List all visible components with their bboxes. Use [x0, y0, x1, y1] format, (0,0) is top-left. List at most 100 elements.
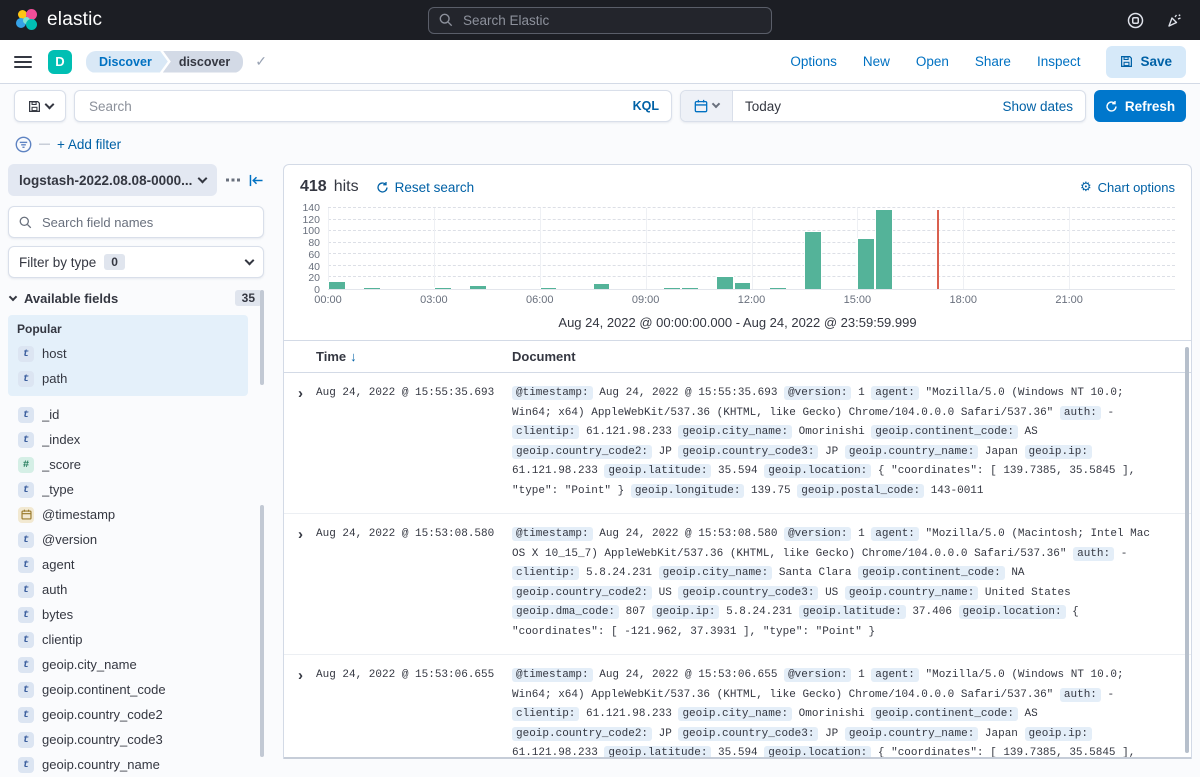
reset-search-button[interactable]: Reset search [376, 180, 474, 195]
date-quick-menu-button[interactable] [681, 91, 733, 121]
saved-query-menu-button[interactable] [14, 90, 66, 122]
field-name: auth [42, 582, 68, 597]
logo-text: elastic [47, 9, 103, 30]
space-avatar[interactable]: D [48, 49, 72, 74]
field-type-icon: t [18, 345, 34, 362]
histogram-bar[interactable] [769, 287, 787, 289]
new-button[interactable]: New [863, 54, 890, 69]
field-type-icon: t [18, 481, 34, 498]
y-tick-label: 120 [302, 213, 320, 226]
table-scrollbar[interactable] [1185, 347, 1189, 753]
field-item[interactable]: t _index [17, 427, 239, 452]
save-button-label: Save [1140, 54, 1172, 69]
table-row: › Aug 24, 2022 @ 15:53:08.580 @timestamp… [284, 514, 1191, 655]
field-item[interactable]: t _id [17, 402, 239, 427]
doc-field-key: geoip.continent_code: [858, 566, 1005, 580]
field-item[interactable]: t geoip.continent_code [17, 677, 239, 702]
doc-field-key: clientip: [512, 425, 580, 439]
index-pattern-select[interactable]: logstash-2022.08.08-0000... [8, 164, 217, 196]
chart-options-button[interactable]: ⚙ Chart options [1080, 180, 1175, 195]
boxes-horizontal-icon[interactable] [226, 178, 240, 182]
expand-row-icon[interactable]: › [298, 525, 316, 544]
available-fields-header[interactable]: Available fields 35 [8, 290, 264, 306]
sidebar-scrollbar[interactable] [260, 290, 264, 385]
doc-field-key: geoip.country_name: [844, 726, 979, 741]
field-name: host [42, 346, 67, 361]
date-range-value[interactable]: Today [733, 99, 781, 114]
sidebar-scrollbar[interactable] [260, 505, 264, 757]
field-item[interactable]: # _score [17, 452, 239, 477]
histogram-bar[interactable] [804, 231, 823, 289]
field-item[interactable]: t geoip.city_name [17, 652, 239, 677]
sort-descending-icon[interactable]: ↓ [350, 349, 357, 364]
row-time: Aug 24, 2022 @ 15:53:06.655 [316, 669, 495, 681]
field-name: bytes [42, 607, 74, 622]
histogram-bar[interactable] [592, 283, 611, 289]
table-header: Time ↓ Document [284, 340, 1191, 373]
doc-field-key: geoip.latitude: [798, 605, 906, 619]
doc-field-key: auth: [1073, 546, 1115, 561]
histogram-bar[interactable] [680, 286, 699, 289]
open-button[interactable]: Open [916, 54, 949, 69]
kql-search-input[interactable] [87, 97, 633, 115]
filter-icon[interactable] [15, 136, 32, 153]
field-item[interactable]: t geoip.country_code2 [17, 702, 239, 727]
breadcrumb-discover-page[interactable]: discover [162, 50, 244, 73]
refresh-icon [1105, 100, 1118, 113]
field-item[interactable]: t geoip.country_name [17, 752, 239, 777]
kql-language-button[interactable]: KQL [633, 99, 659, 113]
histogram-bar[interactable] [875, 209, 893, 289]
field-item[interactable]: t path [17, 366, 239, 391]
histogram-bar[interactable] [433, 286, 452, 289]
refresh-button[interactable]: Refresh [1094, 90, 1186, 122]
time-column-header[interactable]: Time ↓ [316, 349, 496, 364]
field-name: geoip.city_name [42, 657, 137, 672]
popular-fields-list: t host t path [17, 341, 239, 391]
field-item[interactable]: t _type [17, 477, 239, 502]
expand-row-icon[interactable]: › [298, 666, 316, 685]
inspect-button[interactable]: Inspect [1037, 54, 1081, 69]
field-item[interactable]: t agent [17, 552, 239, 577]
filter-by-type-select[interactable]: Filter by type 0 [8, 246, 264, 278]
histogram-bar[interactable] [363, 286, 381, 289]
global-search[interactable] [428, 6, 772, 34]
breadcrumb-discover-app[interactable]: Discover [86, 51, 168, 73]
newsfeed-icon[interactable] [1166, 12, 1184, 29]
histogram-bar[interactable] [663, 286, 681, 289]
field-item[interactable]: t clientip [17, 627, 239, 652]
histogram-bar[interactable] [716, 276, 734, 289]
histogram-bar[interactable] [733, 282, 752, 289]
histogram-bar[interactable] [328, 281, 346, 289]
options-button[interactable]: Options [790, 54, 837, 69]
field-item[interactable]: t bytes [17, 602, 239, 627]
show-dates-button[interactable]: Show dates [1002, 99, 1085, 114]
share-button[interactable]: Share [975, 54, 1011, 69]
histogram-bar[interactable] [539, 286, 558, 289]
menu-hamburger-icon[interactable] [14, 55, 32, 68]
kql-search-box[interactable]: KQL [74, 90, 672, 122]
histogram-bar[interactable] [469, 284, 487, 289]
save-button[interactable]: Save [1106, 45, 1186, 78]
field-type-icon: t [18, 431, 34, 448]
add-filter-button[interactable]: + Add filter [57, 137, 121, 152]
collapse-sidebar-icon[interactable] [249, 174, 264, 187]
field-item[interactable]: t geoip.country_code3 [17, 727, 239, 752]
doc-field-key: clientip: [512, 566, 580, 580]
histogram-bar[interactable] [857, 238, 876, 289]
elastic-logo[interactable]: elastic [16, 9, 102, 31]
field-search-input[interactable] [40, 213, 253, 231]
histogram-plot[interactable] [328, 207, 1175, 290]
field-item[interactable]: t @version [17, 527, 239, 552]
global-search-input[interactable] [461, 11, 761, 29]
field-search-box[interactable] [8, 206, 264, 238]
field-item[interactable]: t auth [17, 577, 239, 602]
filter-bar: — + Add filter [0, 128, 1200, 160]
field-item[interactable]: t host [17, 341, 239, 366]
field-item[interactable]: @timestamp [17, 502, 239, 527]
chevron-down-icon [711, 99, 721, 109]
filter-pills-placeholder: — [39, 138, 50, 150]
chart-time-range-subtitle: Aug 24, 2022 @ 00:00:00.000 - Aug 24, 20… [558, 315, 917, 330]
help-icon[interactable] [1127, 12, 1144, 29]
expand-row-icon[interactable]: › [298, 384, 316, 403]
field-name: geoip.country_code3 [42, 732, 163, 747]
